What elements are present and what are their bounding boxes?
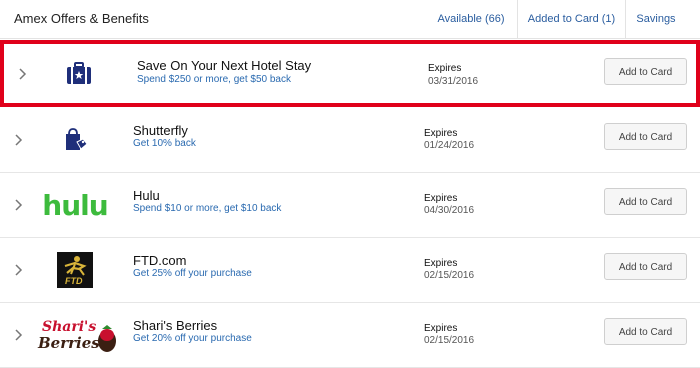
sharis-berries-logo: Shari's Berries: [36, 312, 120, 358]
offer-title[interactable]: FTD.com: [133, 253, 186, 268]
hulu-logo-text: hulu: [42, 188, 108, 222]
ftd-logo: FTD: [32, 247, 118, 293]
offer-subtitle: Get 25% off your purchase: [133, 268, 252, 279]
offer-title[interactable]: Shutterfly: [133, 123, 188, 138]
expires-label: Expires: [424, 323, 458, 334]
offer-row-hotel[interactable]: Save On Your Next Hotel Stay Spend $250 …: [0, 40, 700, 107]
svg-text:Shari's: Shari's: [42, 319, 96, 335]
expires-date: 02/15/2016: [424, 335, 475, 346]
offer-title[interactable]: Shari's Berries: [133, 318, 217, 333]
svg-text:Berries: Berries: [37, 334, 100, 352]
add-to-card-button[interactable]: Add to Card: [604, 123, 687, 150]
expires-label: Expires: [428, 63, 462, 74]
chevron-right-icon[interactable]: [13, 134, 23, 146]
expires-date: 02/15/2016: [424, 270, 475, 281]
tab-added-to-card[interactable]: Added to Card (1): [517, 0, 625, 38]
expires-date: 04/30/2016: [424, 205, 475, 216]
offer-subtitle: Get 20% off your purchase: [133, 333, 252, 344]
ftd-logo-text: FTD: [65, 276, 83, 286]
offers-header: Amex Offers & Benefits Available (66) Ad…: [0, 0, 700, 39]
offer-subtitle: Get 10% back: [133, 138, 196, 149]
offer-title[interactable]: Hulu: [133, 188, 160, 203]
expires-label: Expires: [424, 258, 458, 269]
offer-title[interactable]: Save On Your Next Hotel Stay: [137, 58, 311, 73]
expires-label: Expires: [424, 128, 458, 139]
suitcase-icon: [36, 51, 122, 97]
chevron-right-icon[interactable]: [13, 264, 23, 276]
chevron-right-icon[interactable]: [13, 329, 23, 341]
offer-row-shutterfly[interactable]: Shutterfly Get 10% back Expires 01/24/20…: [0, 108, 700, 173]
hulu-logo: hulu: [32, 182, 118, 228]
chevron-right-icon[interactable]: [13, 199, 23, 211]
offer-row-ftd[interactable]: FTD FTD.com Get 25% off your purchase Ex…: [0, 238, 700, 303]
add-to-card-button[interactable]: Add to Card: [604, 188, 687, 215]
tab-savings[interactable]: Savings: [625, 0, 686, 38]
offer-row-sharis-berries[interactable]: Shari's Berries Shari's Berries Get 20% …: [0, 303, 700, 368]
add-to-card-button[interactable]: Add to Card: [604, 253, 687, 280]
shopping-bag-icon: [32, 117, 118, 163]
offer-subtitle: Spend $250 or more, get $50 back: [137, 74, 291, 85]
expires-label: Expires: [424, 193, 458, 204]
chevron-right-icon[interactable]: [17, 67, 27, 80]
add-to-card-button[interactable]: Add to Card: [604, 58, 687, 85]
offer-subtitle: Spend $10 or more, get $10 back: [133, 203, 282, 214]
add-to-card-button[interactable]: Add to Card: [604, 318, 687, 345]
expires-date: 01/24/2016: [424, 140, 475, 151]
expires-date: 03/31/2016: [428, 76, 479, 87]
offer-row-hulu[interactable]: hulu Hulu Spend $10 or more, get $10 bac…: [0, 173, 700, 238]
page-title: Amex Offers & Benefits: [14, 11, 149, 26]
tab-available[interactable]: Available (66): [426, 0, 516, 38]
